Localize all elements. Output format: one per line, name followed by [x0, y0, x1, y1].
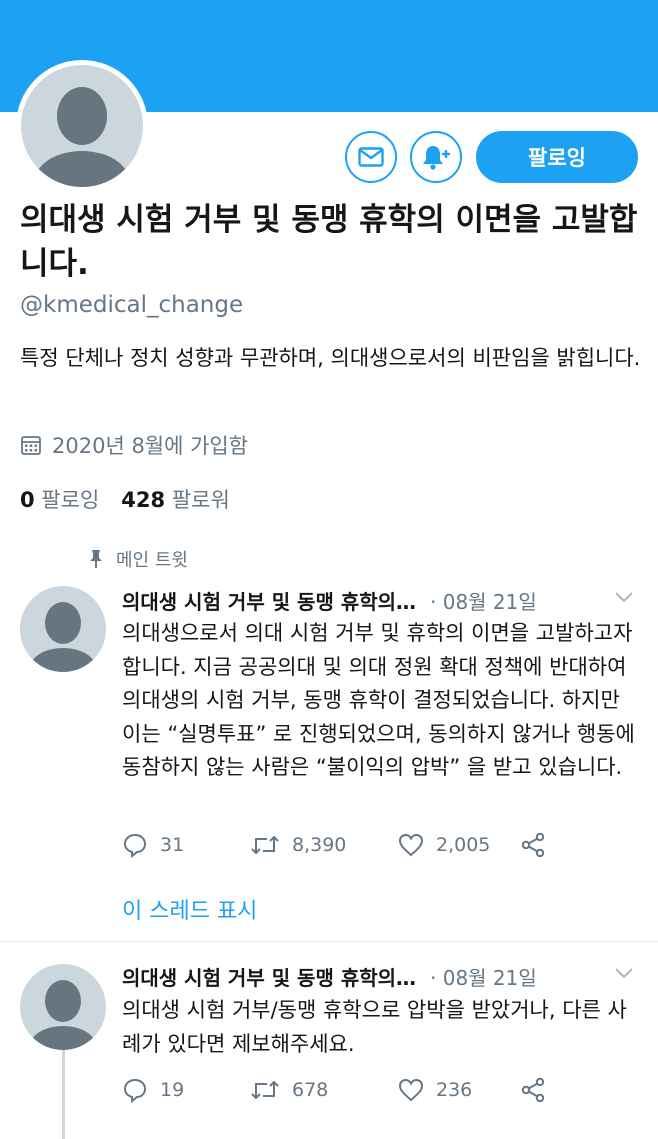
tweet-author[interactable]: 의대생 시험 거부 및 동맹 휴학의… — [122, 586, 416, 615]
show-thread-link[interactable]: 이 스레드 표시 — [122, 893, 257, 925]
pin-icon — [90, 550, 102, 568]
following-button[interactable]: 팔로잉 — [476, 131, 638, 183]
profile-avatar[interactable] — [16, 60, 148, 192]
join-date-text: 2020년 8월에 가입함 — [52, 434, 249, 458]
follow-stats: 0 팔로잉 428 팔로워 — [20, 484, 230, 514]
retweet-button[interactable]: 8,390 — [250, 833, 398, 857]
tweet-avatar[interactable] — [20, 586, 106, 672]
tweet-header: 의대생 시험 거부 및 동맹 휴학의… · 08월 21일 — [122, 586, 537, 615]
tweet-divider — [0, 941, 658, 942]
like-icon — [398, 833, 424, 857]
tweet-actions: 19 678 236 — [122, 1077, 558, 1103]
join-date: 2020년 8월에 가입함 — [20, 430, 248, 460]
default-avatar-icon — [21, 65, 143, 187]
reply-icon — [123, 1078, 147, 1103]
tweet-header: 의대생 시험 거부 및 동맹 휴학의… · 08월 21일 — [122, 962, 537, 991]
share-button[interactable] — [520, 1077, 558, 1103]
tweet-avatar[interactable] — [20, 964, 106, 1050]
retweet-icon — [251, 835, 279, 855]
mail-icon — [358, 147, 384, 167]
profile-bio: 특정 단체나 정치 성향과 무관하며, 의대생으로서의 비판임을 밝힙니다. — [20, 346, 641, 370]
like-button[interactable]: 2,005 — [398, 833, 520, 857]
following-stat[interactable]: 0 팔로잉 — [20, 488, 99, 512]
profile-name: 의대생 시험 거부 및 동맹 휴학의 이면을 고발합니다. — [20, 202, 638, 282]
tweet-actions: 31 8,390 2,005 — [122, 832, 558, 858]
like-icon — [398, 1078, 424, 1102]
chevron-down-icon[interactable] — [614, 966, 634, 980]
bell-plus-icon — [423, 146, 450, 170]
reply-icon — [123, 833, 147, 858]
notifications-button[interactable] — [410, 131, 462, 183]
tweet-text: 의대생 시험 거부/동맹 휴학으로 압박을 받았거나, 다른 사례가 있다면 제… — [122, 998, 627, 1056]
share-icon — [521, 1077, 545, 1103]
share-button[interactable] — [520, 832, 558, 858]
retweet-icon — [251, 1080, 279, 1100]
thread-connector-line — [62, 1050, 65, 1139]
tweet-text: 의대생으로서 의대 시험 거부 및 휴학의 이면을 고발하고자 합니다. 지금 … — [122, 621, 635, 779]
like-button[interactable]: 236 — [398, 1078, 520, 1102]
profile-handle: @kmedical_change — [20, 292, 244, 318]
reply-button[interactable]: 31 — [122, 832, 250, 858]
message-button[interactable] — [345, 131, 397, 183]
tweet-author[interactable]: 의대생 시험 거부 및 동맹 휴학의… — [122, 962, 416, 991]
share-icon — [521, 832, 545, 858]
followers-stat[interactable]: 428 팔로워 — [121, 488, 230, 512]
calendar-icon — [21, 436, 41, 455]
tweet-date[interactable]: · 08월 21일 — [430, 586, 537, 615]
pinned-tweet-label: 메인 트윗 — [88, 546, 188, 572]
retweet-button[interactable]: 678 — [250, 1078, 398, 1102]
reply-button[interactable]: 19 — [122, 1077, 250, 1103]
chevron-down-icon[interactable] — [614, 590, 634, 604]
tweet-date[interactable]: · 08월 21일 — [430, 962, 537, 991]
